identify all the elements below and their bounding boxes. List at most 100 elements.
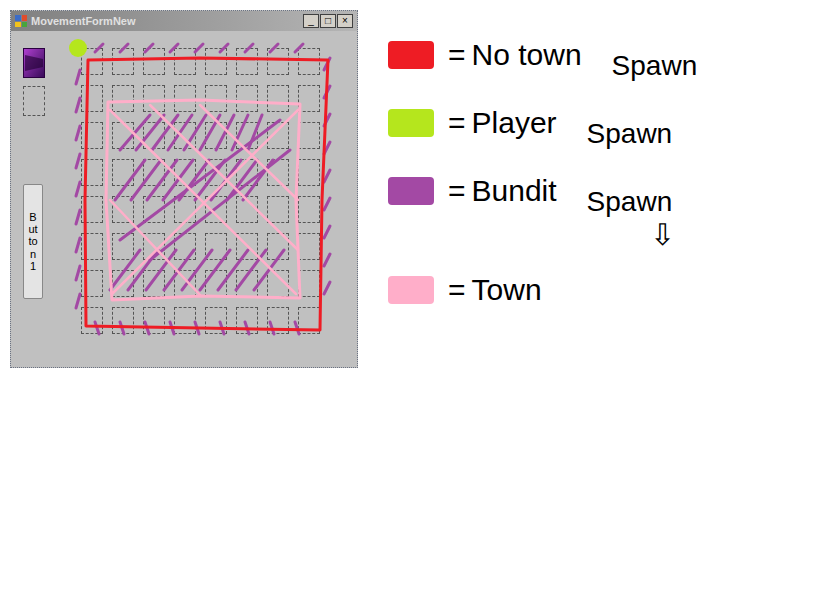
- grid-cell[interactable]: [143, 233, 165, 260]
- grid-cell[interactable]: [298, 307, 320, 334]
- grid-cell[interactable]: [267, 122, 289, 149]
- player-spawn-dot: [69, 39, 87, 57]
- grid-cell[interactable]: [205, 122, 227, 149]
- grid-cell[interactable]: [174, 122, 196, 149]
- grid-cell[interactable]: [174, 159, 196, 186]
- grid-cell[interactable]: [298, 159, 320, 186]
- grid-cell[interactable]: [81, 233, 103, 260]
- button1[interactable]: Button1: [23, 184, 43, 299]
- window-title: MovementFormNew: [31, 13, 299, 30]
- grid-cell[interactable]: [81, 85, 103, 112]
- grid-cell[interactable]: [298, 122, 320, 149]
- legend-label: Town: [472, 275, 542, 305]
- grid-cell[interactable]: [267, 48, 289, 75]
- legend-item: =Town: [388, 268, 697, 312]
- grid-cell[interactable]: [112, 233, 134, 260]
- picture-box[interactable]: [23, 86, 45, 116]
- grid-cell[interactable]: [205, 196, 227, 223]
- grid-cell[interactable]: [81, 48, 103, 75]
- annotation-drawing: [0, 0, 360, 370]
- grid-cell[interactable]: [174, 48, 196, 75]
- grid-cell[interactable]: [298, 48, 320, 75]
- grid-cell[interactable]: [174, 85, 196, 112]
- grid-cell[interactable]: [236, 196, 258, 223]
- legend-sign: =: [448, 108, 466, 138]
- picture-box[interactable]: [23, 48, 45, 78]
- grid-cell[interactable]: [81, 196, 103, 223]
- down-arrow-icon: ⇩: [650, 220, 697, 250]
- legend-swatch: [388, 177, 434, 205]
- legend-extra: Spawn: [587, 120, 673, 148]
- grid-cell[interactable]: [205, 159, 227, 186]
- grid-cell[interactable]: [267, 196, 289, 223]
- legend-swatch: [388, 41, 434, 69]
- legend-item: =Bundit Spawn: [388, 166, 697, 216]
- grid-cell[interactable]: [143, 270, 165, 297]
- grid-cell[interactable]: [112, 159, 134, 186]
- app-icon: [15, 15, 27, 27]
- grid-cell[interactable]: [143, 159, 165, 186]
- legend-swatch: [388, 109, 434, 137]
- window-control-button[interactable]: ×: [337, 14, 353, 28]
- grid-cell[interactable]: [143, 307, 165, 334]
- tile-grid: [81, 48, 320, 367]
- grid-cell[interactable]: [236, 270, 258, 297]
- grid-cell[interactable]: [267, 85, 289, 112]
- legend-label: Player: [472, 108, 557, 138]
- grid-cell[interactable]: [205, 233, 227, 260]
- grid-cell[interactable]: [143, 48, 165, 75]
- grid-cell[interactable]: [81, 159, 103, 186]
- grid-cell[interactable]: [112, 48, 134, 75]
- title-bar: MovementFormNew _□×: [11, 11, 357, 31]
- legend-extra: Spawn: [587, 188, 673, 216]
- grid-cell[interactable]: [143, 196, 165, 223]
- grid-cell[interactable]: [174, 270, 196, 297]
- grid-cell[interactable]: [236, 159, 258, 186]
- grid-cell[interactable]: [174, 196, 196, 223]
- grid-cell[interactable]: [81, 307, 103, 334]
- grid-cell[interactable]: [236, 233, 258, 260]
- grid-cell[interactable]: [205, 48, 227, 75]
- grid-cell[interactable]: [174, 233, 196, 260]
- grid-cell[interactable]: [81, 122, 103, 149]
- grid-cell[interactable]: [81, 270, 103, 297]
- legend-swatch: [388, 276, 434, 304]
- form-window: MovementFormNew _□× Button1: [10, 10, 358, 368]
- legend-item: =No town Spawn: [388, 30, 697, 80]
- legend-extra: Spawn: [612, 52, 698, 80]
- legend-item: =Player Spawn: [388, 98, 697, 148]
- grid-cell[interactable]: [267, 307, 289, 334]
- grid-cell[interactable]: [236, 122, 258, 149]
- grid-cell[interactable]: [236, 307, 258, 334]
- grid-cell[interactable]: [112, 196, 134, 223]
- grid-cell[interactable]: [267, 233, 289, 260]
- legend-label: No town: [472, 40, 582, 70]
- purple-image-icon: [25, 51, 43, 75]
- grid-cell[interactable]: [205, 85, 227, 112]
- grid-cell[interactable]: [112, 122, 134, 149]
- grid-cell[interactable]: [143, 122, 165, 149]
- grid-cell[interactable]: [298, 85, 320, 112]
- legend-label: Bundit: [472, 176, 557, 206]
- window-control-button[interactable]: _: [303, 14, 319, 28]
- grid-cell[interactable]: [205, 270, 227, 297]
- grid-cell[interactable]: [298, 196, 320, 223]
- grid-cell[interactable]: [174, 307, 196, 334]
- grid-cell[interactable]: [236, 85, 258, 112]
- button-label: Button1: [28, 211, 39, 271]
- grid-cell[interactable]: [236, 48, 258, 75]
- grid-cell[interactable]: [267, 270, 289, 297]
- grid-cell[interactable]: [112, 307, 134, 334]
- grid-cell[interactable]: [267, 159, 289, 186]
- grid-cell[interactable]: [112, 85, 134, 112]
- grid-cell[interactable]: [143, 85, 165, 112]
- grid-cell[interactable]: [298, 233, 320, 260]
- grid-cell[interactable]: [298, 270, 320, 297]
- legend-sign: =: [448, 176, 466, 206]
- legend-sign: =: [448, 40, 466, 70]
- window-control-button[interactable]: □: [320, 14, 336, 28]
- grid-cell[interactable]: [205, 307, 227, 334]
- legend-sign: =: [448, 275, 466, 305]
- legend: =No townSpawn=PlayerSpawn=BunditSpawn⇩=T…: [388, 30, 697, 312]
- grid-cell[interactable]: [112, 270, 134, 297]
